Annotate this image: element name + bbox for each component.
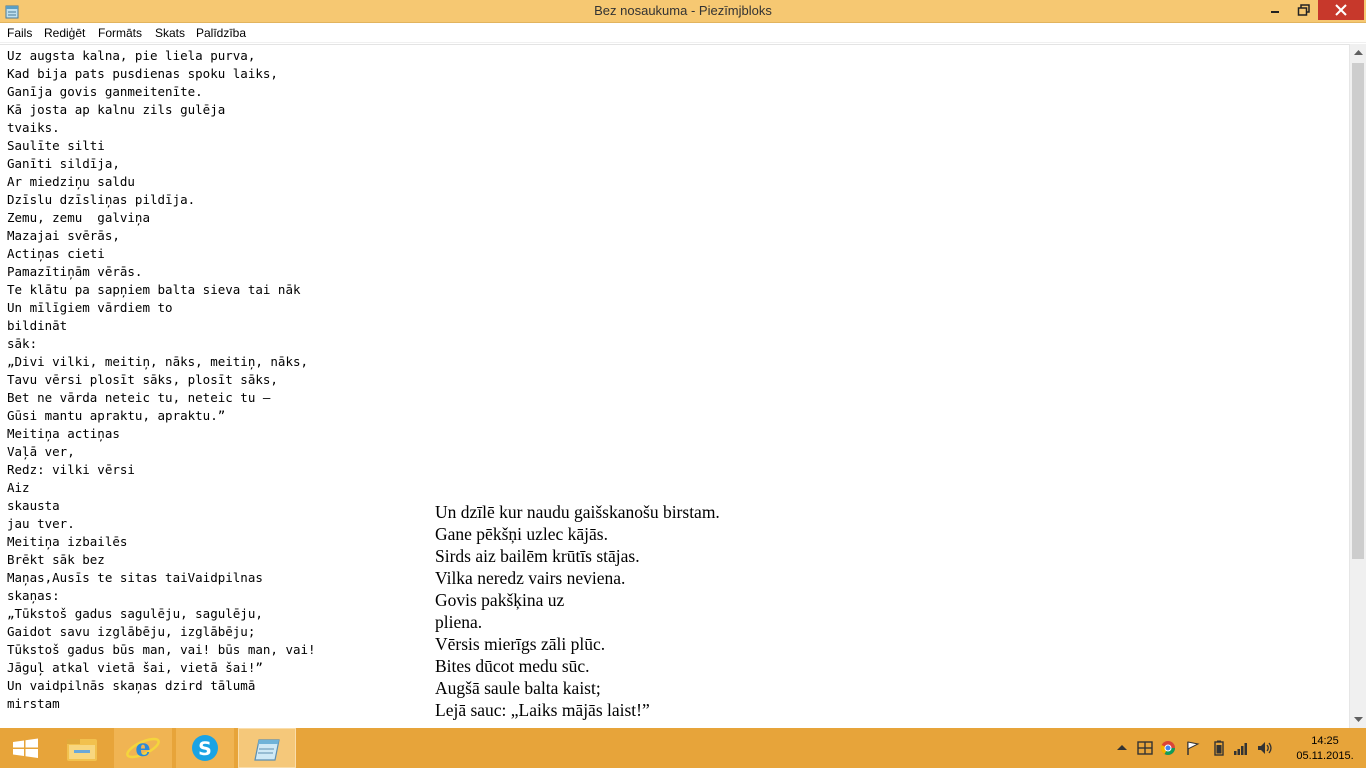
text-line: Augšā saule balta kaist;: [435, 678, 601, 698]
text-line: Zemu, zemu galviņa: [7, 210, 150, 225]
text-line: Ganīti sildīja,: [7, 156, 120, 171]
text-line: Bites dūcot medu sūc.: [435, 656, 590, 676]
text-line: Un dzīlē kur naudu gaišskanošu birstam.: [435, 502, 720, 522]
text-line: Gaidot savu izglābēju, izglābēju;: [7, 624, 256, 639]
svg-text:e: e: [135, 733, 150, 762]
battery-icon[interactable]: [1211, 740, 1227, 756]
text-line: Gane pēkšņi uzlec kājās.: [435, 524, 608, 544]
menu-format[interactable]: Formāts: [98, 26, 142, 40]
text-line: Saulīte silti: [7, 138, 105, 153]
skype-icon[interactable]: S: [176, 728, 234, 768]
flag-icon[interactable]: [1185, 740, 1201, 756]
text-editor[interactable]: Uz augsta kalna, pie liela purva, Kad bij…: [0, 44, 1349, 728]
text-line: Actiņas cieti: [7, 246, 105, 261]
editor-text-lines: Uz augsta kalna, pie liela purva, Kad bij…: [7, 47, 316, 713]
windows-start-icon[interactable]: [0, 728, 52, 768]
text-line: mirstam: [7, 696, 60, 711]
text-line: Tavu vērsi plosīt sāks, plosīt sāks,: [7, 372, 278, 387]
text-line: jau tver.: [7, 516, 75, 531]
notepad-icon[interactable]: [238, 728, 296, 768]
text-line: Mazajai svērās,: [7, 228, 120, 243]
minimize-button[interactable]: [1260, 0, 1290, 20]
text-line: Gūsi mantu apraktu, apraktu.”: [7, 408, 226, 423]
signal-icon[interactable]: [1233, 740, 1249, 756]
windows-icon[interactable]: [1137, 740, 1153, 756]
text-line: sāk:: [7, 336, 38, 351]
text-line: Kā josta ap kalnu zils gulēja: [7, 102, 226, 117]
editor-overlay-text: Un dzīlē kur naudu gaišskanošu birstam. G…: [435, 501, 720, 721]
chrome-icon[interactable]: [1160, 740, 1176, 756]
text-line: Un mīlīgiem vārdiem to: [7, 300, 173, 315]
text-line: Ganīja govis ganmeitenīte.: [7, 84, 203, 99]
text-line: tvaiks.: [7, 120, 60, 135]
text-line: skaņas:: [7, 588, 60, 603]
text-line: Brēkt sāk bez: [7, 552, 105, 567]
vertical-scrollbar[interactable]: [1349, 44, 1366, 728]
maximize-button[interactable]: [1290, 0, 1318, 20]
scroll-down-arrow-icon[interactable]: [1350, 711, 1366, 728]
svg-text:S: S: [198, 738, 212, 760]
menu-edit[interactable]: Rediģēt: [44, 26, 85, 40]
text-line: Te klātu pa sapņiem balta sieva tai nāk: [7, 282, 301, 297]
menu-view[interactable]: Skats: [155, 26, 185, 40]
text-line: „Divi vilki, meitiņ, nāks, meitiņ, nāks,: [7, 354, 309, 369]
text-line: „Tūkstoš gadus sagulēju, sagulēju,: [7, 606, 263, 621]
chevron-up-icon[interactable]: [1114, 740, 1130, 756]
close-button[interactable]: [1318, 0, 1364, 20]
menu-file[interactable]: Fails: [7, 26, 32, 40]
text-line: Aiz: [7, 480, 30, 495]
text-line: Ar miedziņu saldu: [7, 174, 135, 189]
clock-date: 05.11.2015.: [1296, 750, 1354, 762]
text-line: skausta: [7, 498, 60, 513]
text-line: Pamazītiņām vērās.: [7, 264, 143, 279]
text-line: Vaļā ver,: [7, 444, 75, 459]
taskbar: e S 14:25 05.11.2015.: [0, 728, 1366, 768]
text-line: Maņas,Ausīs te sitas taiVaidpilnas: [7, 570, 263, 585]
clock-time: 14:25: [1311, 735, 1339, 747]
menu-help[interactable]: Palīdzība: [196, 26, 246, 40]
text-line: Govis pakšķina uz: [435, 590, 565, 610]
menu-bar: Fails Rediģēt Formāts Skats Palīdzība: [0, 23, 1366, 43]
text-line: Jāguļ atkal vietā šai, vietā šai!”: [7, 660, 263, 675]
taskbar-clock[interactable]: 14:25 05.11.2015.: [1290, 734, 1360, 764]
volume-icon[interactable]: [1257, 740, 1273, 756]
title-bar: Bez nosaukuma - Piezīmjbloks: [0, 0, 1366, 23]
text-line: Sirds aiz bailēm krūtīs stājas.: [435, 546, 640, 566]
internet-explorer-icon[interactable]: e: [114, 728, 172, 768]
scroll-up-arrow-icon[interactable]: [1350, 44, 1366, 61]
text-line: bildināt: [7, 318, 68, 333]
text-line: Un vaidpilnās skaņas dzird tālumā: [7, 678, 256, 693]
text-line: Kad bija pats pusdienas spoku laiks,: [7, 66, 278, 81]
scroll-thumb[interactable]: [1352, 63, 1364, 559]
text-line: Redz: vilki vērsi: [7, 462, 135, 477]
text-line: Meitiņa actiņas: [7, 426, 120, 441]
file-explorer-icon[interactable]: [54, 728, 110, 768]
text-line: Uz augsta kalna, pie liela purva,: [7, 48, 256, 63]
text-line: Tūkstoš gadus būs man, vai! būs man, vai…: [7, 642, 316, 657]
text-line: Meitiņa izbailēs: [7, 534, 128, 549]
text-line: pliena.: [435, 612, 483, 632]
text-line: Vilka neredz vairs neviena.: [435, 568, 626, 588]
window-title: Bez nosaukuma - Piezīmjbloks: [594, 3, 772, 18]
text-line: Dzīslu dzīsliņas pildīja.: [7, 192, 196, 207]
text-line: Lejā sauc: „Laiks mājās laist!”: [435, 700, 650, 720]
text-line: Bet ne vārda neteic tu, neteic tu –: [7, 390, 271, 405]
text-line: Vērsis mierīgs zāli plūc.: [435, 634, 606, 654]
